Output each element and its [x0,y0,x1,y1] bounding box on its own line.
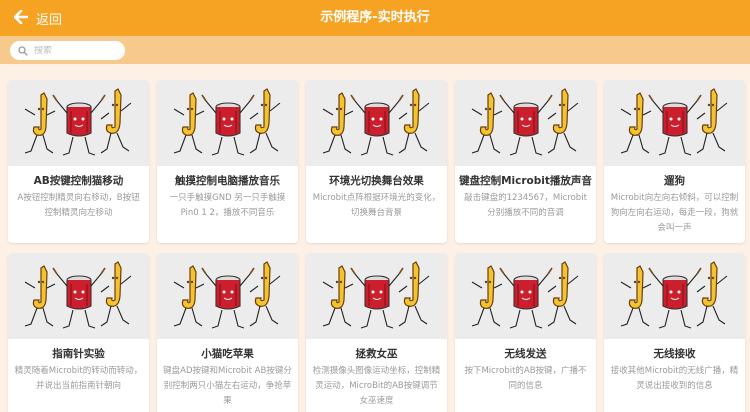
example-card[interactable]: 无线接收 接收其他Microbit的无线广播，精灵说出接收到的信息 [604,253,745,412]
back-label: 返回 [36,12,63,28]
card-description: A按钮控制精灵向右移动，B按钮控制精灵向左移动 [17,193,140,218]
dancing-band-illustration [322,261,429,329]
back-button[interactable]: 返回 [13,0,63,36]
page-title: 示例程序-实时执行 [320,10,430,25]
card-title: 遛狗 [664,175,685,187]
card-title: 小猫吃苹果 [201,348,254,360]
dancing-band-illustration [173,88,280,156]
card-description: 接收其他Microbit的无线广播，精灵说出接收到的信息 [610,366,739,391]
card-image [157,253,298,339]
example-card[interactable]: AB按键控制猫移动 A按钮控制精灵向右移动，B按钮控制精灵向左移动 [8,80,149,243]
example-grid: AB按键控制猫移动 A按钮控制精灵向右移动，B按钮控制精灵向左移动 触摸控制电脑… [8,80,748,412]
card-description: Microbit向左向右倾斜，可以控制狗向左向右运动，每走一段，狗就会叫一声 [610,193,739,233]
card-image [8,253,149,339]
search-box[interactable] [10,41,125,60]
example-card[interactable]: 拯救女巫 检测摄像头图像运动坐标，控制精灵运动，MicroBit的AB按键调节女… [306,253,447,412]
example-card[interactable]: 遛狗 Microbit向左向右倾斜，可以控制狗向左向右运动，每走一段，狗就会叫一… [604,80,745,243]
card-title: 无线接收 [653,348,696,360]
card-title: 触摸控制电脑播放音乐 [175,175,280,187]
dancing-band-illustration [173,261,280,329]
card-description: 精灵随着Microbit的转动而转动，并说出当前指南针朝向 [14,366,143,391]
card-description: 一只手触摸GND 另一只手触摸Pin0 1 2，播放不同音乐 [169,193,286,218]
card-description: 敲击键盘的1234567，Microbit分别播放不同的音调 [464,193,587,218]
card-image [8,80,149,166]
card-title: 无线发送 [504,348,547,360]
card-description: 检测摄像头图像运动坐标，控制精灵运动，MicroBit的AB按键调节女巫速度 [312,366,441,406]
example-card[interactable]: 小猫吃苹果 键盘AD按键和Microbit AB按键分别控制两只小猫左右运动，争… [157,253,298,412]
example-card[interactable]: 环境光切换舞台效果 Microbit点阵根据环境光的变化，切换舞台背景 [306,80,447,243]
dancing-band-illustration [24,88,131,156]
card-image [306,80,447,166]
card-description: 按下Microbit的AB按键，广播不同的信息 [464,366,587,391]
header-bar: 返回 示例程序-实时执行 [0,0,750,36]
example-card[interactable]: 指南针实验 精灵随着Microbit的转动而转动，并说出当前指南针朝向 [8,253,149,412]
example-card[interactable]: 无线发送 按下Microbit的AB按键，广播不同的信息 [455,253,596,412]
card-title: 环境光切换舞台效果 [329,175,424,187]
back-arrow-icon [13,9,29,28]
dancing-band-illustration [24,261,131,329]
card-image [604,253,745,339]
card-description: Microbit点阵根据环境光的变化，切换舞台背景 [312,193,441,218]
card-image [604,80,745,166]
card-image [306,253,447,339]
card-title: 指南针实验 [52,348,105,360]
example-card[interactable]: 键盘控制Microbit播放声音 敲击键盘的1234567，Microbit分别… [455,80,596,243]
search-input[interactable] [34,45,114,56]
card-description: 键盘AD按键和Microbit AB按键分别控制两只小猫左右运动，争抢苹果 [163,366,292,406]
dancing-band-illustration [620,261,727,329]
card-title: 拯救女巫 [355,348,398,360]
card-image [455,80,596,166]
dancing-band-illustration [471,88,578,156]
dancing-band-illustration [322,88,429,156]
search-icon [18,41,28,60]
card-title: 键盘控制Microbit播放声音 [459,175,592,187]
dancing-band-illustration [471,261,578,329]
example-card[interactable]: 触摸控制电脑播放音乐 一只手触摸GND 另一只手触摸Pin0 1 2，播放不同音… [157,80,298,243]
card-image [157,80,298,166]
search-bar [0,36,750,64]
dancing-band-illustration [620,88,727,156]
card-image [455,253,596,339]
card-title: AB按键控制猫移动 [33,175,124,187]
